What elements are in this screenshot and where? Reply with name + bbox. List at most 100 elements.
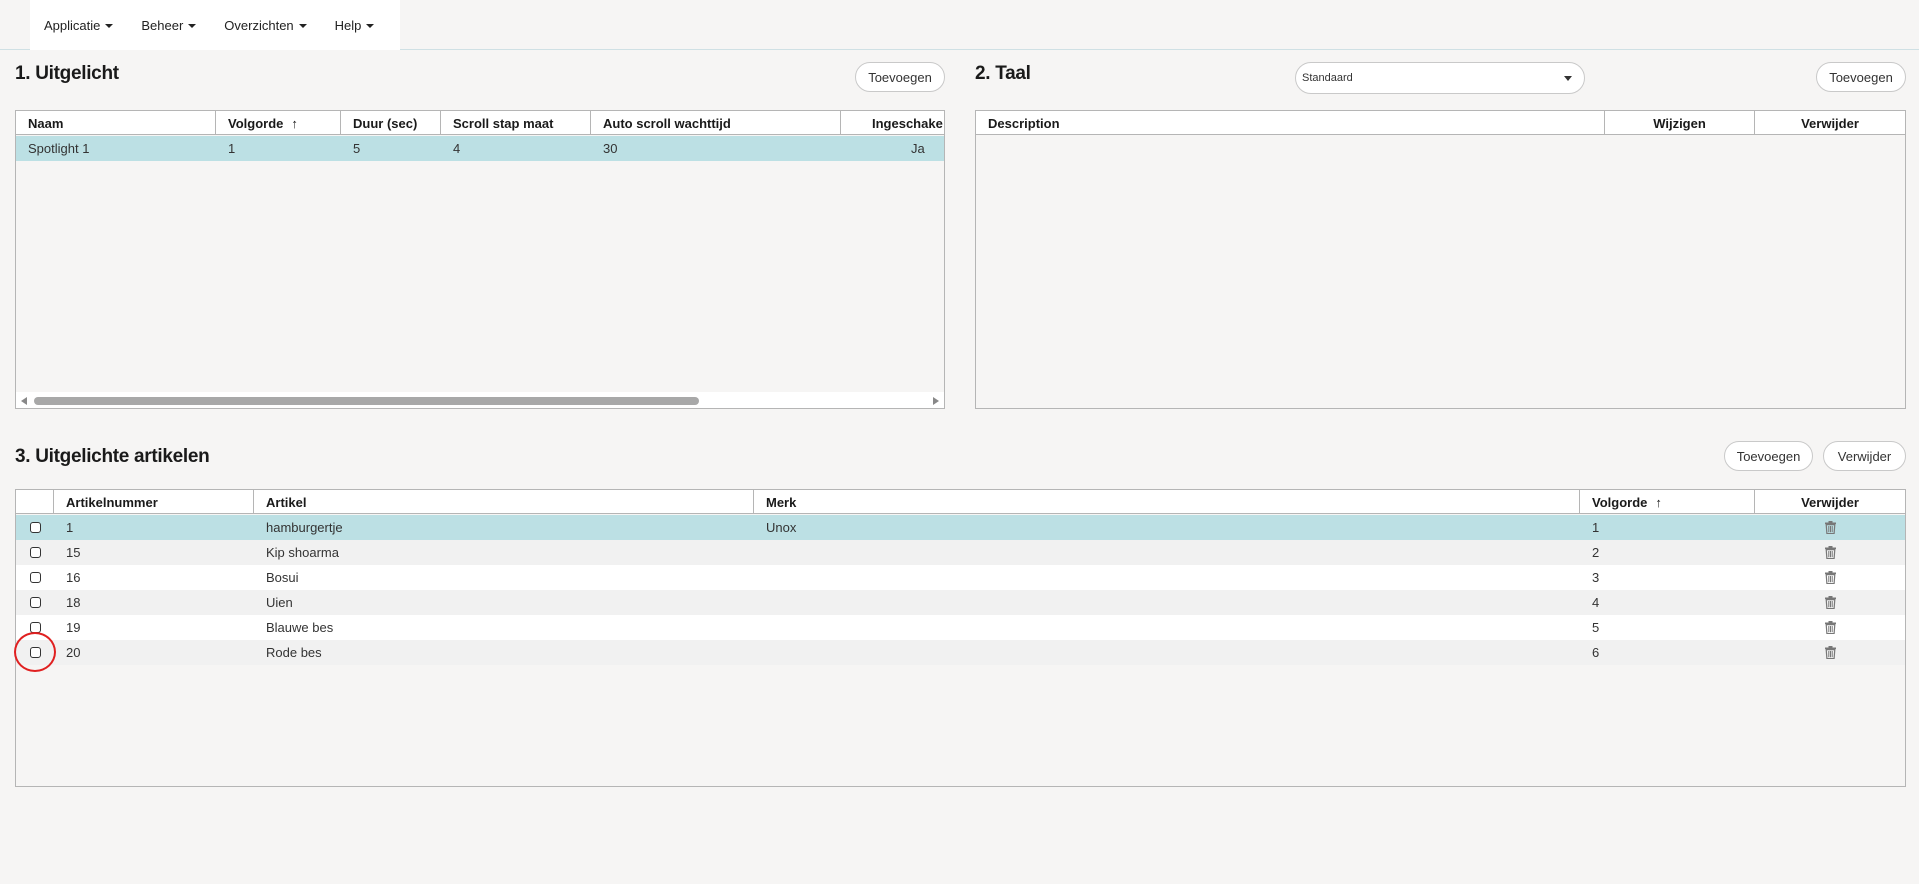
table-row[interactable]: 15 Kip shoarma 2 [16, 540, 1905, 565]
row-checkbox-cell [16, 565, 54, 590]
cell-volgorde: 2 [1592, 545, 1600, 560]
row-checkbox-cell [16, 615, 54, 640]
delete-cell [1755, 590, 1905, 615]
row-checkbox-cell [16, 515, 54, 540]
sort-ascending-icon: ↑ [1655, 494, 1662, 510]
trash-icon[interactable] [1824, 521, 1836, 534]
checkbox-icon[interactable] [29, 597, 41, 608]
table-row[interactable]: 18 Uien 4 [16, 590, 1905, 615]
checkbox-icon[interactable] [29, 522, 41, 533]
chevron-down-icon [1564, 76, 1572, 81]
menu-beheer[interactable]: Beheer [127, 0, 210, 50]
main-menu: Applicatie Beheer Overzichten Help [30, 0, 400, 50]
scroll-right-icon[interactable] [933, 397, 939, 405]
table-row[interactable]: Spotlight 1 1 5 4 30 Ja [16, 136, 944, 161]
cell-artikel: Kip shoarma [266, 545, 339, 560]
col-auto-scroll[interactable]: Auto scroll wachttijd [591, 111, 841, 135]
cell-artikelnummer: 19 [66, 620, 81, 635]
menu-overzichten-label: Overzichten [224, 17, 294, 33]
chevron-down-icon [105, 24, 114, 28]
cell-artikel: Rode bes [266, 645, 322, 660]
language-select-value: Standaard [1302, 72, 1353, 84]
cell-volgorde: 4 [1592, 595, 1600, 610]
col-volgorde[interactable]: Volgorde ↑ [216, 111, 341, 135]
menu-help[interactable]: Help [321, 0, 389, 50]
col-naam[interactable]: Naam [16, 111, 216, 135]
table-row[interactable]: 20 Rode bes 6 [16, 640, 1905, 665]
col-volgorde-label: Volgorde [1592, 494, 1648, 510]
delete-cell [1755, 540, 1905, 565]
section2-add-button[interactable]: Toevoegen [1816, 62, 1906, 92]
cell-volgorde: 3 [1592, 570, 1600, 585]
col-volgorde[interactable]: Volgorde ↑ [1580, 490, 1755, 514]
menu-applicatie-label: Applicatie [44, 17, 101, 33]
col-ingeschakeld[interactable]: Ingeschake [841, 111, 944, 135]
taal-grid-header: Description Wijzigen Verwijder [976, 111, 1905, 135]
cell-merk [754, 540, 1580, 565]
cell-artikel: Bosui [266, 570, 299, 585]
trash-icon[interactable] [1824, 621, 1836, 634]
section3-title: 3. Uitgelichte artikelen [15, 446, 210, 467]
artikelen-grid: Artikelnummer Artikel Merk Volgorde ↑ Ve… [15, 489, 1906, 787]
cell-artikel: hamburgertje [266, 520, 343, 535]
col-verwijder[interactable]: Verwijder [1755, 490, 1905, 514]
cell-artikelnummer: 20 [66, 645, 81, 660]
uitgelicht-grid: Naam Volgorde ↑ Duur (sec) Scroll stap m… [15, 110, 945, 409]
uitgelicht-grid-header: Naam Volgorde ↑ Duur (sec) Scroll stap m… [16, 111, 944, 135]
section3-add-button[interactable]: Toevoegen [1724, 441, 1813, 471]
table-row[interactable]: 19 Blauwe bes 5 [16, 615, 1905, 640]
col-duur[interactable]: Duur (sec) [341, 111, 441, 135]
table-row[interactable]: 16 Bosui 3 [16, 565, 1905, 590]
cell-merk [754, 640, 1580, 665]
col-verwijder[interactable]: Verwijder [1755, 111, 1905, 135]
col-wijzigen[interactable]: Wijzigen [1605, 111, 1755, 135]
cell-artikelnummer: 16 [66, 570, 81, 585]
col-artikel[interactable]: Artikel [254, 490, 754, 514]
checkbox-icon[interactable] [29, 622, 41, 633]
cell-volgorde: 1 [228, 141, 236, 156]
col-merk[interactable]: Merk [754, 490, 1580, 514]
section2-title: 2. Taal [975, 63, 1031, 84]
delete-cell [1755, 615, 1905, 640]
checkbox-icon[interactable] [29, 572, 41, 583]
col-artikelnummer[interactable]: Artikelnummer [54, 490, 254, 514]
trash-icon[interactable] [1824, 571, 1836, 584]
trash-icon[interactable] [1824, 546, 1836, 559]
scroll-left-icon[interactable] [21, 397, 27, 405]
checkbox-icon[interactable] [29, 547, 41, 558]
menu-overzichten[interactable]: Overzichten [210, 0, 320, 50]
cell-scroll-stap: 4 [453, 141, 461, 156]
language-select[interactable]: Standaard [1295, 62, 1585, 94]
menu-beheer-label: Beheer [141, 17, 184, 33]
col-volgorde-label: Volgorde [228, 115, 284, 131]
delete-cell [1755, 565, 1905, 590]
artikelen-grid-header: Artikelnummer Artikel Merk Volgorde ↑ Ve… [16, 490, 1905, 514]
horizontal-scrollbar[interactable] [16, 392, 944, 408]
row-checkbox-cell [16, 640, 54, 665]
row-checkbox-cell [16, 590, 54, 615]
cell-merk [754, 590, 1580, 615]
cell-merk: Unox [766, 520, 797, 535]
row-checkbox-cell [16, 540, 54, 565]
section1-title: 1. Uitgelicht [15, 63, 119, 84]
section1-add-button[interactable]: Toevoegen [855, 62, 945, 92]
chevron-down-icon [366, 24, 375, 28]
menu-applicatie[interactable]: Applicatie [30, 0, 127, 50]
chevron-down-icon [298, 24, 307, 28]
trash-icon[interactable] [1824, 596, 1836, 609]
table-row[interactable]: 1 hamburgertje Unox 1 [16, 515, 1905, 540]
cell-merk [754, 565, 1580, 590]
scrollbar-thumb[interactable] [34, 397, 699, 405]
section3-delete-button[interactable]: Verwijder [1823, 441, 1906, 471]
checkbox-icon[interactable] [29, 647, 41, 658]
col-select [16, 490, 54, 514]
cell-duur: 5 [353, 141, 361, 156]
cell-auto-scroll: 30 [603, 141, 618, 156]
col-scroll-stap[interactable]: Scroll stap maat [441, 111, 591, 135]
cell-artikel: Uien [266, 595, 293, 610]
cell-volgorde: 1 [1592, 520, 1600, 535]
cell-artikel: Blauwe bes [266, 620, 334, 635]
delete-cell [1755, 640, 1905, 665]
col-description[interactable]: Description [976, 111, 1605, 135]
trash-icon[interactable] [1824, 646, 1836, 659]
